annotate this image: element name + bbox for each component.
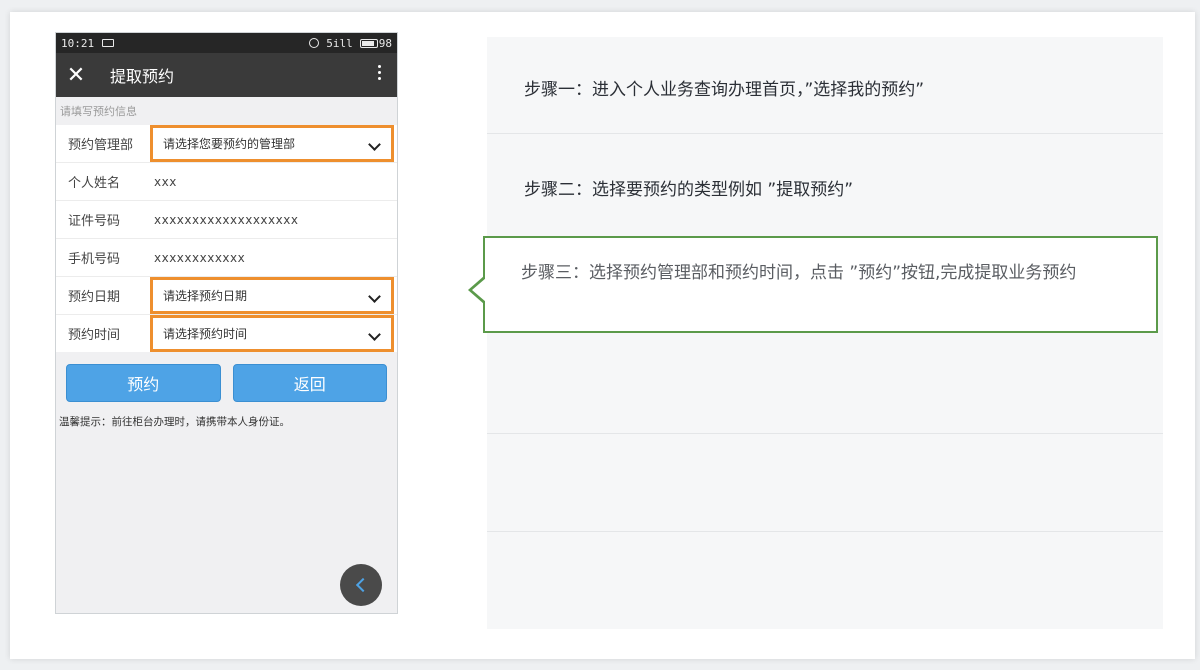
status-time: 10:21 <box>61 36 95 50</box>
divider <box>487 531 1163 532</box>
close-icon[interactable]: ✕ <box>56 63 96 88</box>
step-3-active[interactable]: 步骤三：选择预约管理部和预约时间，点击 ”预约”按钮,完成提取业务预约 <box>468 236 1158 333</box>
more-menu-icon[interactable] <box>378 65 382 83</box>
divider <box>487 133 1163 134</box>
battery-icon <box>359 38 378 48</box>
status-bar: 10:21 5ill 98 <box>56 33 397 53</box>
steps-panel: 步骤一：进入个人业务查询办理首页，”选择我的预约” 步骤二：选择要预约的类型例如… <box>487 37 1163 629</box>
field-time: 预约时间 请选择预约时间 <box>56 315 397 352</box>
select-value: 请选择预约时间 <box>163 327 248 341</box>
divider <box>487 433 1163 434</box>
field-label: 预约时间 <box>68 328 121 343</box>
chevron-down-icon <box>368 138 381 151</box>
back-button[interactable]: 返回 <box>232 364 387 402</box>
page-title: 提取预约 <box>110 67 175 86</box>
chevron-left-icon <box>355 577 371 593</box>
select-value: 请选择您要预约的管理部 <box>163 137 296 151</box>
chevron-down-icon <box>368 290 381 303</box>
step-2[interactable]: 步骤二：选择要预约的类型例如 ”提取预约” <box>524 175 853 200</box>
select-value: 请选择预约日期 <box>163 289 248 303</box>
field-date: 预约日期 请选择预约日期 <box>56 277 397 315</box>
step-3-text: 步骤三：选择预约管理部和预约时间，点击 ”预约”按钮,完成提取业务预约 <box>521 263 1077 283</box>
date-select[interactable]: 请选择预约日期 <box>150 277 394 314</box>
field-name: 个人姓名 xxx <box>56 163 397 201</box>
field-phone: 手机号码 xxxxxxxxxxxx <box>56 239 397 277</box>
id-number-input[interactable]: xxxxxxxxxxxxxxxxxxx <box>140 213 298 227</box>
field-id-number: 证件号码 xxxxxxxxxxxxxxxxxxx <box>56 201 397 239</box>
chevron-down-icon <box>368 328 381 341</box>
field-label: 手机号码 <box>68 252 121 267</box>
message-icon <box>102 39 115 47</box>
field-label: 证件号码 <box>68 214 121 229</box>
time-select[interactable]: 请选择预约时间 <box>150 315 394 352</box>
phone-screenshot: 10:21 5ill 98 ✕ 提取预约 请填写预约信息 预约管理部 请选择您要… <box>55 32 398 614</box>
name-input[interactable]: xxx <box>140 175 177 189</box>
field-label: 预约管理部 <box>68 138 134 153</box>
step-1[interactable]: 步骤一：进入个人业务查询办理首页，”选择我的预约” <box>524 75 924 100</box>
back-floating-button[interactable] <box>340 564 382 606</box>
battery-level: 98 <box>378 36 392 50</box>
warm-tip: 温馨提示：前往柜台办理时，请携带本人身份证。 <box>59 416 290 428</box>
signal-indicator: 5ill <box>326 36 353 50</box>
reserve-button[interactable]: 预约 <box>66 364 221 402</box>
field-label: 预约日期 <box>68 290 121 305</box>
management-dept-select[interactable]: 请选择您要预约的管理部 <box>150 125 394 162</box>
phone-input[interactable]: xxxxxxxxxxxx <box>140 251 245 265</box>
form-hint: 请填写预约信息 <box>60 105 137 118</box>
alarm-icon <box>309 38 320 48</box>
pointer-arrow-fill <box>472 278 486 302</box>
field-management-dept: 预约管理部 请选择您要预约的管理部 <box>56 125 397 163</box>
reservation-form: 预约管理部 请选择您要预约的管理部 个人姓名 xxx 证件号码 xxxxxxxx… <box>56 125 397 352</box>
button-row: 预约 返回 <box>56 352 397 402</box>
app-title-bar: ✕ 提取预约 <box>56 53 397 97</box>
field-label: 个人姓名 <box>68 176 121 191</box>
